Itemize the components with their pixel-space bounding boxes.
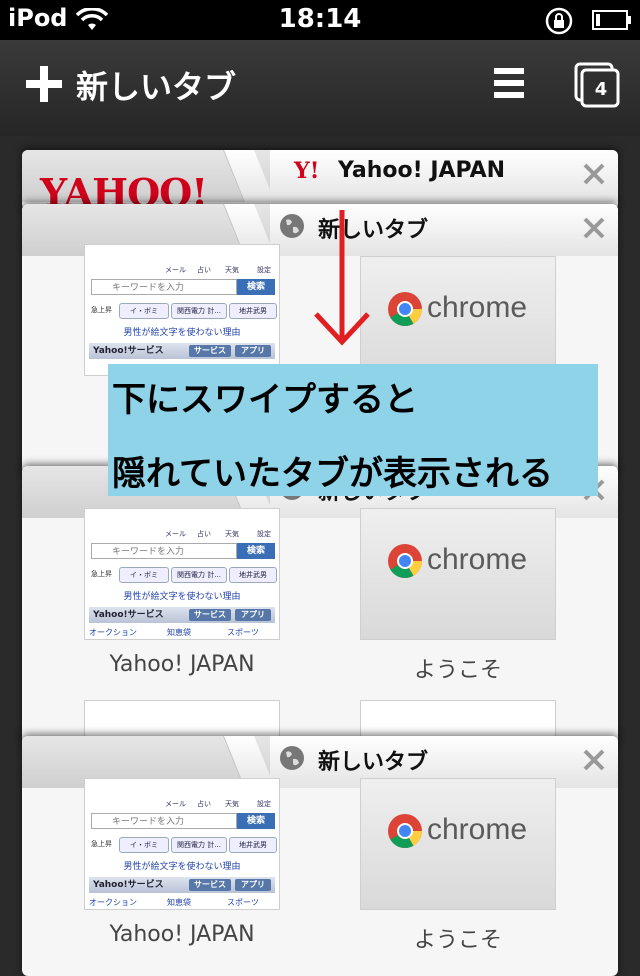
- trend-chip: 地井武男: [229, 837, 277, 853]
- search-input: キーワードを入力: [91, 279, 237, 295]
- instruction-line-2: 隠れていたタブが表示される: [112, 454, 553, 494]
- nav-weather: 天気: [225, 266, 239, 274]
- service-bar: Yahoo!サービス サービス アプリ: [89, 343, 275, 359]
- trend-chip: 関西電力 計...: [171, 837, 227, 853]
- new-tab-button[interactable]: 新しいタブ: [76, 62, 236, 108]
- plus-icon[interactable]: [26, 66, 62, 102]
- service-label: Yahoo!サービス: [93, 346, 164, 356]
- headline-link: 男性が絵文字を使わない理由: [123, 592, 241, 602]
- headline-link: 男性が絵文字を使わない理由: [123, 862, 241, 872]
- nav-fortune: 占い: [197, 800, 211, 808]
- nav-weather: 天気: [225, 800, 239, 808]
- chrome-wordmark: chrome: [427, 543, 528, 576]
- chrome-thumbnail[interactable]: chrome: [360, 508, 556, 640]
- thumb-label-welcome: ようこそ: [413, 658, 502, 683]
- trend-label: 急上昇: [91, 306, 112, 314]
- nav-settings: 設定: [257, 530, 271, 538]
- globe-icon: [280, 214, 304, 238]
- thumb-label-welcome: ようこそ: [413, 928, 502, 953]
- nav-mail: メール: [165, 800, 186, 808]
- chrome-wordmark: chrome: [427, 813, 528, 846]
- trend-chip: 関西電力 計...: [171, 303, 227, 319]
- yahoo-thumbnail[interactable]: メール 占い 天気 設定 キーワードを入力 検索 急上昇 イ・ボミ 関西電力 計…: [84, 778, 280, 910]
- headline-link: 男性が絵文字を使わない理由: [123, 328, 241, 338]
- globe-icon: [280, 746, 304, 770]
- yahoo-thumbnail[interactable]: メール 占い 天気 設定 キーワードを入力 検索 急上昇 イ・ボミ 関西電力 計…: [84, 244, 280, 376]
- trend-row: 急上昇 イ・ボミ 関西電力 計... 地井武男: [91, 303, 277, 319]
- thumb-label-yahoo: Yahoo! JAPAN: [109, 652, 255, 677]
- yahoo-favicon: Y!: [294, 158, 320, 184]
- service-bar: Yahoo!サービス サービス アプリ: [89, 607, 275, 623]
- app-button: アプリ: [235, 879, 271, 891]
- trend-chip: 地井武男: [229, 567, 277, 583]
- card-title: Yahoo! JAPAN: [338, 158, 506, 183]
- chrome-thumbnail[interactable]: chrome: [360, 778, 556, 910]
- service-button: サービス: [189, 345, 231, 357]
- nav-settings: 設定: [257, 266, 271, 274]
- nav-mail: メール: [165, 530, 186, 538]
- nav-fortune: 占い: [197, 266, 211, 274]
- app-button: アプリ: [235, 609, 271, 621]
- search-button: 検索: [237, 279, 275, 295]
- footer-link: スポーツ: [227, 898, 259, 907]
- tab-card-new-3[interactable]: 新しいタブ メール 占い 天気 設定 キーワードを入力 検索 急上昇 イ・ボミ …: [22, 736, 618, 976]
- search-input: キーワードを入力: [91, 813, 237, 829]
- swipe-down-arrow-icon: [314, 210, 370, 346]
- trend-chip: 関西電力 計...: [171, 567, 227, 583]
- nav-weather: 天気: [225, 530, 239, 538]
- instruction-overlay: 下にスワイプすると 隠れていたタブが表示される: [108, 364, 598, 496]
- chrome-logo-icon: [388, 814, 422, 848]
- search-button: 検索: [237, 543, 275, 559]
- service-button: サービス: [189, 879, 231, 891]
- status-bar: iPod 18:14: [0, 0, 640, 40]
- tab-switcher-toolbar: 新しいタブ 4: [0, 40, 640, 136]
- battery-icon: [592, 10, 631, 30]
- close-icon[interactable]: [580, 746, 608, 774]
- tab-card-yahoo[interactable]: YAHOO! Y! Yahoo! JAPAN: [22, 150, 618, 215]
- nav-settings: 設定: [257, 800, 271, 808]
- app-button: アプリ: [235, 345, 271, 357]
- service-label: Yahoo!サービス: [93, 880, 164, 890]
- close-icon[interactable]: [580, 214, 608, 242]
- trend-label: 急上昇: [91, 840, 112, 848]
- thumb-label-yahoo: Yahoo! JAPAN: [109, 922, 255, 947]
- tab-count: 4: [594, 79, 608, 100]
- trend-chip: イ・ボミ: [119, 303, 169, 319]
- chrome-wordmark: chrome: [427, 291, 528, 324]
- nav-fortune: 占い: [197, 530, 211, 538]
- footer-link: 知恵袋: [167, 898, 191, 907]
- service-button: サービス: [189, 609, 231, 621]
- yahoo-nav: メール 占い 天気 設定: [85, 509, 279, 538]
- service-label: Yahoo!サービス: [93, 610, 164, 620]
- trend-chip: 地井武男: [229, 303, 277, 319]
- tab-card-new-2[interactable]: 新しいタブ メール 占い 天気 設定 キーワードを入力 検索 急上昇 イ・ボミ …: [22, 466, 618, 746]
- card-title: 新しいタブ: [318, 750, 429, 775]
- card-tab: Y! Yahoo! JAPAN: [270, 150, 618, 202]
- close-icon[interactable]: [580, 160, 608, 188]
- trend-chip: イ・ボミ: [119, 567, 169, 583]
- yahoo-nav: メール 占い 天気 設定: [85, 779, 279, 808]
- trend-chip: イ・ボミ: [119, 837, 169, 853]
- trend-label: 急上昇: [91, 570, 112, 578]
- chrome-logo-icon: [388, 292, 422, 326]
- yahoo-thumbnail[interactable]: メール 占い 天気 設定 キーワードを入力 検索 急上昇 イ・ボミ 関西電力 計…: [84, 508, 280, 640]
- rotation-lock-icon: [545, 7, 573, 35]
- footer-link: オークション: [89, 628, 137, 637]
- footer-link: 知恵袋: [167, 628, 191, 637]
- trend-row: 急上昇 イ・ボミ 関西電力 計... 地井武男: [91, 567, 277, 583]
- chrome-logo-icon: [388, 544, 422, 578]
- instruction-line-1: 下にスワイプすると: [112, 380, 418, 420]
- service-bar: Yahoo!サービス サービス アプリ: [89, 877, 275, 893]
- trend-row: 急上昇 イ・ボミ 関西電力 計... 地井武男: [91, 837, 277, 853]
- search-input: キーワードを入力: [91, 543, 237, 559]
- yahoo-nav: メール 占い 天気 設定: [85, 245, 279, 274]
- nav-mail: メール: [165, 266, 186, 274]
- footer-link: オークション: [89, 898, 137, 907]
- menu-icon[interactable]: [494, 66, 524, 100]
- search-button: 検索: [237, 813, 275, 829]
- footer-link: スポーツ: [227, 628, 259, 637]
